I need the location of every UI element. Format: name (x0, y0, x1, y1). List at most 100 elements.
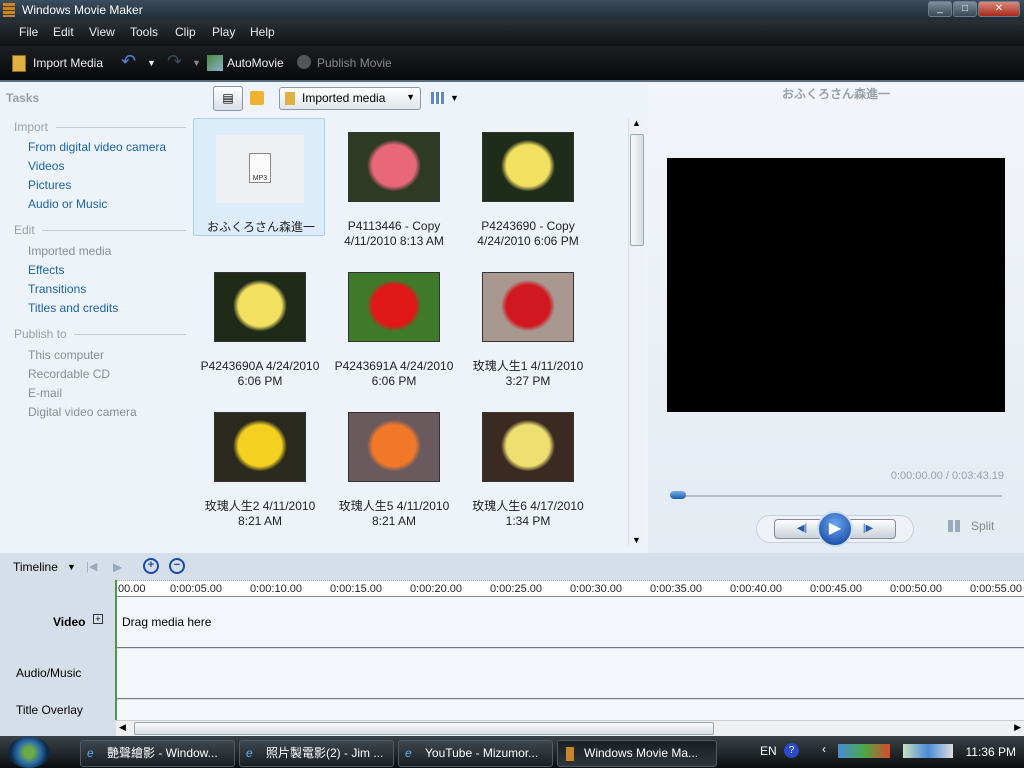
help-icon[interactable]: ? (784, 743, 799, 758)
photo-thumbnail (348, 412, 440, 482)
task-imported-media[interactable]: Imported media (28, 244, 111, 258)
publish-movie-button[interactable]: Publish Movie (317, 56, 392, 70)
view-options-button[interactable] (431, 92, 444, 104)
media-item[interactable]: P4113446 - Copy 4/11/2010 8:13 AM (327, 118, 461, 248)
time-ruler[interactable]: 00.00 0:00:05.00 0:00:10.00 0:00:15.00 0:00:… (116, 580, 1024, 597)
taskbar-button-ie-2[interactable]: 照片製電影(2) - Jim ... e (239, 740, 394, 767)
media-item[interactable]: P4243690 - Copy 4/24/2010 6:06 PM (461, 118, 595, 248)
publish-header: Publish to (14, 327, 67, 341)
task-transitions[interactable]: Transitions (28, 282, 86, 296)
taskbar-button-movie-maker[interactable]: Windows Movie Ma... (557, 740, 717, 767)
play-button[interactable]: ▶ (817, 511, 853, 547)
redo-button[interactable]: ↷ (167, 51, 182, 72)
task-from-camera[interactable]: From digital video camera (28, 140, 166, 154)
title-overlay-track[interactable] (116, 700, 1024, 720)
automovie-button[interactable]: AutoMovie (227, 56, 284, 70)
timeline-mode-button[interactable]: Timeline (13, 560, 58, 574)
taskbar-button-ie-3[interactable]: YouTube - Mizumor... e (398, 740, 553, 767)
undo-button[interactable]: ↶ (121, 51, 136, 72)
audio-file-icon: MP3 (216, 135, 304, 203)
task-this-computer[interactable]: This computer (28, 348, 104, 362)
taskbar: 艷聲繪影 - Window... e 照片製電影(2) - Jim ... e Yo… (0, 736, 1024, 768)
media-item-date: 6:06 PM (237, 374, 283, 388)
menu-edit[interactable]: Edit (53, 25, 74, 39)
video-track[interactable]: Drag media here (116, 597, 1024, 648)
photo-thumbnail (482, 412, 574, 482)
drag-media-hint: Drag media here (122, 615, 212, 629)
photo-thumbnail (348, 132, 440, 202)
playhead[interactable] (115, 580, 117, 720)
task-dv-camera[interactable]: Digital video camera (28, 405, 137, 419)
menu-help[interactable]: Help (250, 25, 275, 39)
task-videos[interactable]: Videos (28, 159, 64, 173)
task-recordable-cd[interactable]: Recordable CD (28, 367, 110, 381)
scrollbar-thumb[interactable] (134, 722, 714, 735)
collection-selected: Imported media (302, 91, 386, 105)
media-item[interactable]: MP3 おふくろさん森進一 (193, 118, 325, 236)
media-item[interactable]: 玫瑰人生1 4/11/2010 3:27 PM (461, 258, 595, 388)
photo-thumbnail (348, 272, 440, 342)
media-scrollbar[interactable]: ▲ ▼ (628, 118, 644, 545)
seek-bar[interactable] (672, 495, 1002, 497)
photo-thumbnail (482, 132, 574, 202)
tasks-toggle-button[interactable]: ▤ (213, 86, 243, 111)
media-item-name: P4113446 - Copy (347, 219, 441, 233)
tray-icons[interactable] (838, 744, 890, 758)
ie-icon: e (87, 746, 94, 760)
task-effects[interactable]: Effects (28, 263, 64, 277)
redo-dropdown[interactable]: ▼ (192, 58, 201, 68)
media-item[interactable]: 玫瑰人生6 4/17/2010 1:34 PM (461, 398, 595, 528)
tray-icons-system[interactable] (903, 744, 953, 758)
undo-dropdown[interactable]: ▼ (147, 58, 156, 68)
media-item[interactable]: P4243690A 4/24/2010 6:06 PM (193, 258, 327, 388)
task-titles-credits[interactable]: Titles and credits (28, 301, 118, 315)
media-item[interactable]: P4243691A 4/24/2010 6:06 PM (327, 258, 461, 388)
seek-thumb[interactable] (670, 491, 686, 499)
tasks-title: Tasks (6, 91, 40, 105)
view-options-dropdown[interactable]: ▼ (450, 93, 459, 103)
task-pictures[interactable]: Pictures (28, 178, 71, 192)
media-item[interactable]: 玫瑰人生5 4/11/2010 8:21 AM (327, 398, 461, 528)
menu-view[interactable]: View (89, 25, 115, 39)
expand-icon[interactable]: + (93, 614, 103, 624)
task-email[interactable]: E-mail (28, 386, 62, 400)
close-button[interactable]: ✕ (978, 1, 1020, 17)
menu-tools[interactable]: Tools (130, 25, 158, 39)
media-item-date: 8:21 AM (371, 514, 417, 528)
split-button[interactable]: Split (971, 519, 994, 533)
toolbar: Import Media ↶ ▼ ↷ ▼ AutoMovie Publish M… (0, 46, 1024, 82)
play-timeline-button[interactable]: ▶ (113, 560, 122, 574)
scrollbar-thumb[interactable] (630, 134, 644, 246)
chevron-down-icon: ▼ (406, 92, 415, 102)
menu-clip[interactable]: Clip (175, 25, 196, 39)
title-overlay-label: Title Overlay (16, 703, 83, 717)
timeline-scrollbar[interactable]: ◀ ▶ (116, 720, 1024, 736)
ruler-tick: 0:00:40.00 (730, 583, 782, 595)
chevron-left-icon[interactable]: ‹ (822, 742, 826, 756)
chevron-down-icon[interactable]: ▼ (67, 562, 76, 572)
maximize-button[interactable]: □ (953, 1, 977, 17)
collection-select[interactable]: Imported media ▼ (279, 87, 421, 110)
menu-play[interactable]: Play (212, 25, 235, 39)
import-media-button[interactable]: Import Media (33, 56, 103, 70)
collections-button[interactable] (250, 91, 264, 105)
media-item[interactable]: 玫瑰人生2 4/11/2010 8:21 AM (193, 398, 327, 528)
minimize-button[interactable]: _ (928, 1, 952, 17)
film-icon (566, 747, 574, 761)
media-item-name: P4243690A 4/24/2010 (200, 359, 320, 373)
language-indicator[interactable]: EN (760, 744, 777, 758)
zoom-out-icon[interactable]: − (169, 558, 185, 574)
audio-track[interactable] (116, 649, 1024, 699)
menu-file[interactable]: File (19, 25, 38, 39)
ie-icon: e (246, 746, 253, 760)
media-item-date: 1:34 PM (505, 514, 551, 528)
media-item-date: 4/24/2010 6:06 PM (477, 234, 579, 248)
zoom-in-icon[interactable]: + (143, 558, 159, 574)
rewind-button[interactable]: |◀ (86, 560, 97, 573)
taskbar-button-ie-1[interactable]: 艷聲繪影 - Window... e (80, 740, 235, 767)
task-audio-music[interactable]: Audio or Music (28, 197, 107, 211)
automovie-icon (207, 55, 223, 71)
video-track-label: Video (53, 615, 86, 629)
start-button[interactable] (8, 737, 50, 768)
clock[interactable]: 11:36 PM (966, 745, 1016, 759)
